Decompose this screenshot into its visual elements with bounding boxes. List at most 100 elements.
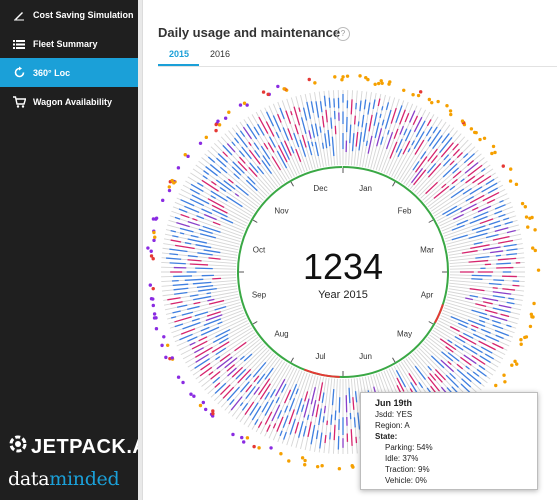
day-bar-segment: [441, 351, 454, 362]
day-bar-segment: [463, 354, 477, 365]
day-bar-segment: [302, 107, 308, 121]
day-bar-segment: [264, 391, 270, 400]
maintenance-dot: [214, 128, 218, 133]
day-bar-segment: [462, 187, 472, 195]
day-bar-segment: [497, 257, 517, 261]
sidebar-item-360-loc[interactable]: 360° Loc: [0, 58, 138, 87]
day-bar-segment: [399, 109, 406, 125]
day-bar-segment: [324, 434, 327, 444]
day-bar-parking: [161, 274, 237, 278]
maintenance-dot: [203, 407, 208, 412]
day-bar-segment: [465, 297, 474, 301]
maintenance-dot: [313, 81, 317, 85]
month-label: Jun: [359, 352, 372, 361]
maintenance-dot: [448, 109, 453, 113]
day-bar-segment: [195, 244, 212, 249]
day-bar-segment: [331, 389, 335, 406]
day-bar-segment: [471, 328, 477, 332]
maintenance-dot: [503, 380, 507, 384]
maintenance-dot: [214, 122, 218, 127]
day-bar-segment: [282, 415, 289, 428]
day-bar-segment: [248, 166, 258, 178]
month-label: Feb: [398, 206, 412, 215]
maintenance-dot: [436, 99, 440, 104]
maintenance-dot: [231, 432, 235, 437]
day-bar-segment: [193, 295, 212, 301]
day-bar-segment: [462, 153, 469, 159]
day-bar-segment: [414, 139, 425, 155]
sidebar-item-label: Cost Saving Simulation: [33, 9, 134, 20]
day-bar-segment: [447, 361, 452, 365]
pencil-icon: [12, 9, 26, 21]
day-bar-segment: [504, 221, 513, 225]
maintenance-dot: [345, 74, 350, 78]
maintenance-dot: [162, 335, 166, 339]
maintenance-dot: [520, 201, 525, 206]
maintenance-dot: [501, 164, 505, 168]
tooltip-date: Jun 19th: [375, 398, 413, 408]
day-bar-segment: [449, 160, 455, 166]
day-bar-segment: [215, 179, 232, 192]
day-bar-segment: [404, 113, 410, 123]
day-bar-segment: [210, 195, 216, 200]
day-bar-segment: [353, 115, 356, 125]
maintenance-dot: [523, 335, 527, 340]
maintenance-dot: [152, 238, 156, 243]
maintenance-dot: [198, 403, 203, 408]
day-bar-segment: [174, 216, 181, 220]
day-bar-segment: [207, 198, 225, 209]
day-bar-segment: [350, 429, 353, 446]
day-bar-segment: [498, 239, 514, 244]
day-bar-segment: [434, 368, 446, 381]
day-bar-segment: [284, 405, 289, 413]
day-bar-segment: [210, 190, 228, 202]
tooltip-vehicle: Vehicle: 0%: [385, 476, 427, 485]
day-bar-segment: [279, 430, 283, 437]
day-bar-segment: [315, 101, 320, 118]
sidebar-item-wagon-availability[interactable]: Wagon Availability: [0, 87, 138, 116]
day-bar-segment: [239, 130, 246, 137]
maintenance-dot: [153, 235, 157, 239]
sidebar-item-fleet-summary[interactable]: Fleet Summary: [0, 29, 138, 58]
day-bar-segment: [269, 388, 276, 398]
day-bar-segment: [175, 244, 195, 250]
maintenance-dot: [315, 464, 320, 469]
day-bar-segment: [281, 383, 287, 393]
day-bar-segment: [407, 148, 411, 153]
sidebar-item-cost-saving-simulation[interactable]: Cost Saving Simulation: [0, 0, 138, 29]
day-bar-segment: [194, 358, 210, 369]
day-bar-parking: [418, 142, 473, 197]
day-bar-segment: [308, 130, 312, 140]
maintenance-dot: [460, 119, 465, 123]
day-bar-segment: [327, 129, 331, 147]
day-bar-segment: [172, 283, 189, 287]
day-bar-segment: [393, 128, 399, 139]
day-bar-segment: [211, 204, 228, 214]
day-bar-segment: [235, 368, 247, 380]
day-bar-segment: [441, 183, 447, 189]
day-bar-segment: [357, 121, 360, 127]
day-bar-segment: [230, 396, 243, 411]
day-bar-segment: [329, 432, 332, 440]
day-bar-segment: [206, 292, 212, 295]
day-bar-segment: [222, 151, 229, 158]
day-bar-segment: [359, 100, 362, 112]
maintenance-dot: [524, 215, 529, 219]
tooltip-jsdd: Jsdd: YES: [375, 410, 413, 419]
day-bar-segment: [502, 288, 516, 291]
maintenance-dot: [269, 446, 273, 450]
brand: JETPACK.AI dataminded: [8, 434, 153, 490]
day-bar-segment: [222, 386, 235, 399]
day-bar-segment: [239, 355, 245, 361]
day-bar-segment: [170, 229, 177, 233]
day-bar-segment: [179, 232, 185, 235]
day-bar-segment: [452, 148, 460, 157]
day-bar-segment: [194, 347, 204, 354]
day-bar-segment: [506, 253, 518, 256]
day-bar-segment: [390, 107, 397, 124]
maintenance-dot: [482, 136, 487, 140]
day-bar-segment: [198, 336, 208, 342]
maintenance-dot: [373, 82, 377, 87]
day-bar-segment: [443, 154, 450, 161]
maintenance-dot: [493, 150, 497, 155]
